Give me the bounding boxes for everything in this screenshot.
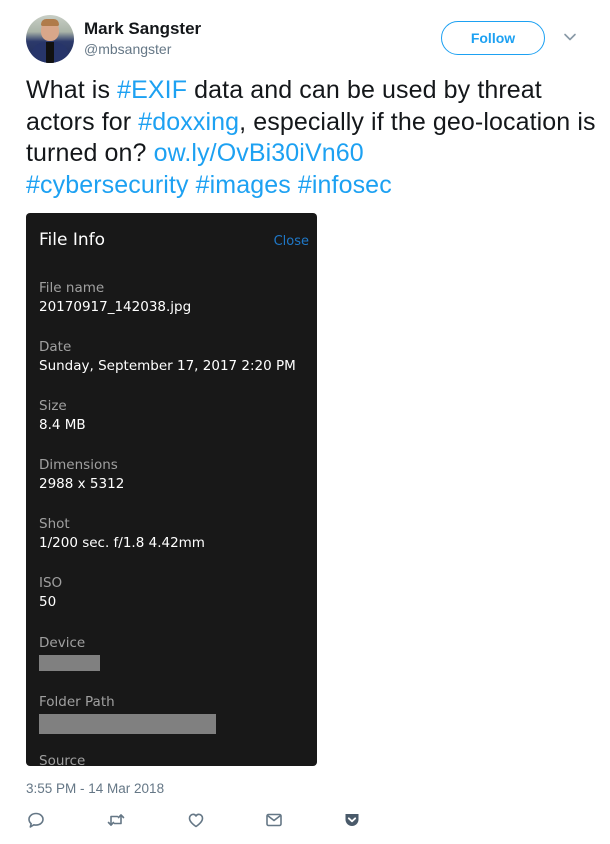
author-handle[interactable]: @mbsangster [84,41,171,57]
field-value: 2988 x 5312 [39,476,125,492]
tweet-url-link[interactable]: ow.ly/OvBi30iVn60 [154,139,364,167]
tweet-segment [291,171,298,199]
field-label: Shot [39,516,70,532]
field-value: 8.4 MB [39,417,86,433]
tweet-segment [189,171,196,199]
file-info-title: File Info [39,230,106,250]
field-label: Device [39,635,86,651]
hashtag-images[interactable]: #images [196,171,291,199]
field-shot: Shot 1/200 sec. f/1.8 4.42mm [39,515,205,553]
field-label: Dimensions [39,457,118,473]
hashtag-infosec[interactable]: #infosec [298,171,392,199]
avatar-shirt [46,42,54,63]
field-dimensions: Dimensions 2988 x 5312 [39,456,124,494]
field-label: ISO [39,575,63,591]
field-value: 20170917_142038.jpg [39,299,192,315]
like-button[interactable] [186,810,206,830]
field-label: File name [39,280,105,296]
pocket-icon [345,814,359,826]
hashtag-doxxing[interactable]: #doxxing [138,108,239,136]
tweet-text: What is #EXIF data and can be used by th… [26,75,596,201]
redacted-device-value [39,655,100,671]
avatar[interactable] [26,15,74,63]
field-file-name: File name 20170917_142038.jpg [39,279,191,317]
redacted-folder-path-value [39,714,216,734]
hashtag-cybersecurity[interactable]: #cybersecurity [26,171,189,199]
field-date: Date Sunday, September 17, 2017 2:20 PM [39,338,296,376]
heart-icon [188,813,204,828]
pocket-button[interactable] [342,810,362,830]
envelope-icon [266,813,282,827]
chevron-down-icon[interactable] [563,30,577,44]
retweet-icon [107,814,125,826]
hashtag-exif[interactable]: #EXIF [117,76,187,104]
author-name[interactable]: Mark Sangster [84,19,201,39]
tweet-timestamp[interactable]: 3:55 PM - 14 Mar 2018 [26,781,164,796]
field-value: 50 [39,594,57,610]
field-value: Sunday, September 17, 2017 2:20 PM [39,358,296,374]
field-label: Folder Path [39,694,115,710]
tweet-segment: What is [26,76,118,104]
field-label: Date [39,339,72,355]
field-source: Source [39,752,85,766]
field-value: 1/200 sec. f/1.8 4.42mm [39,535,205,551]
field-label: Source [39,753,86,766]
avatar-hair [41,19,59,26]
field-iso: ISO 50 [39,574,62,612]
follow-button[interactable]: Follow [441,21,545,55]
field-device: Device [39,634,100,671]
field-folder-path: Folder Path [39,693,216,734]
attached-image-file-info[interactable]: File Info Close File name 20170917_14203… [26,213,317,766]
field-label: Size [39,398,67,414]
reply-button[interactable] [26,810,46,830]
retweet-button[interactable] [106,810,126,830]
tweet-actions [26,810,366,834]
reply-icon [28,812,44,828]
field-size: Size 8.4 MB [39,397,86,435]
direct-message-button[interactable] [264,810,284,830]
close-link: Close [273,234,309,249]
